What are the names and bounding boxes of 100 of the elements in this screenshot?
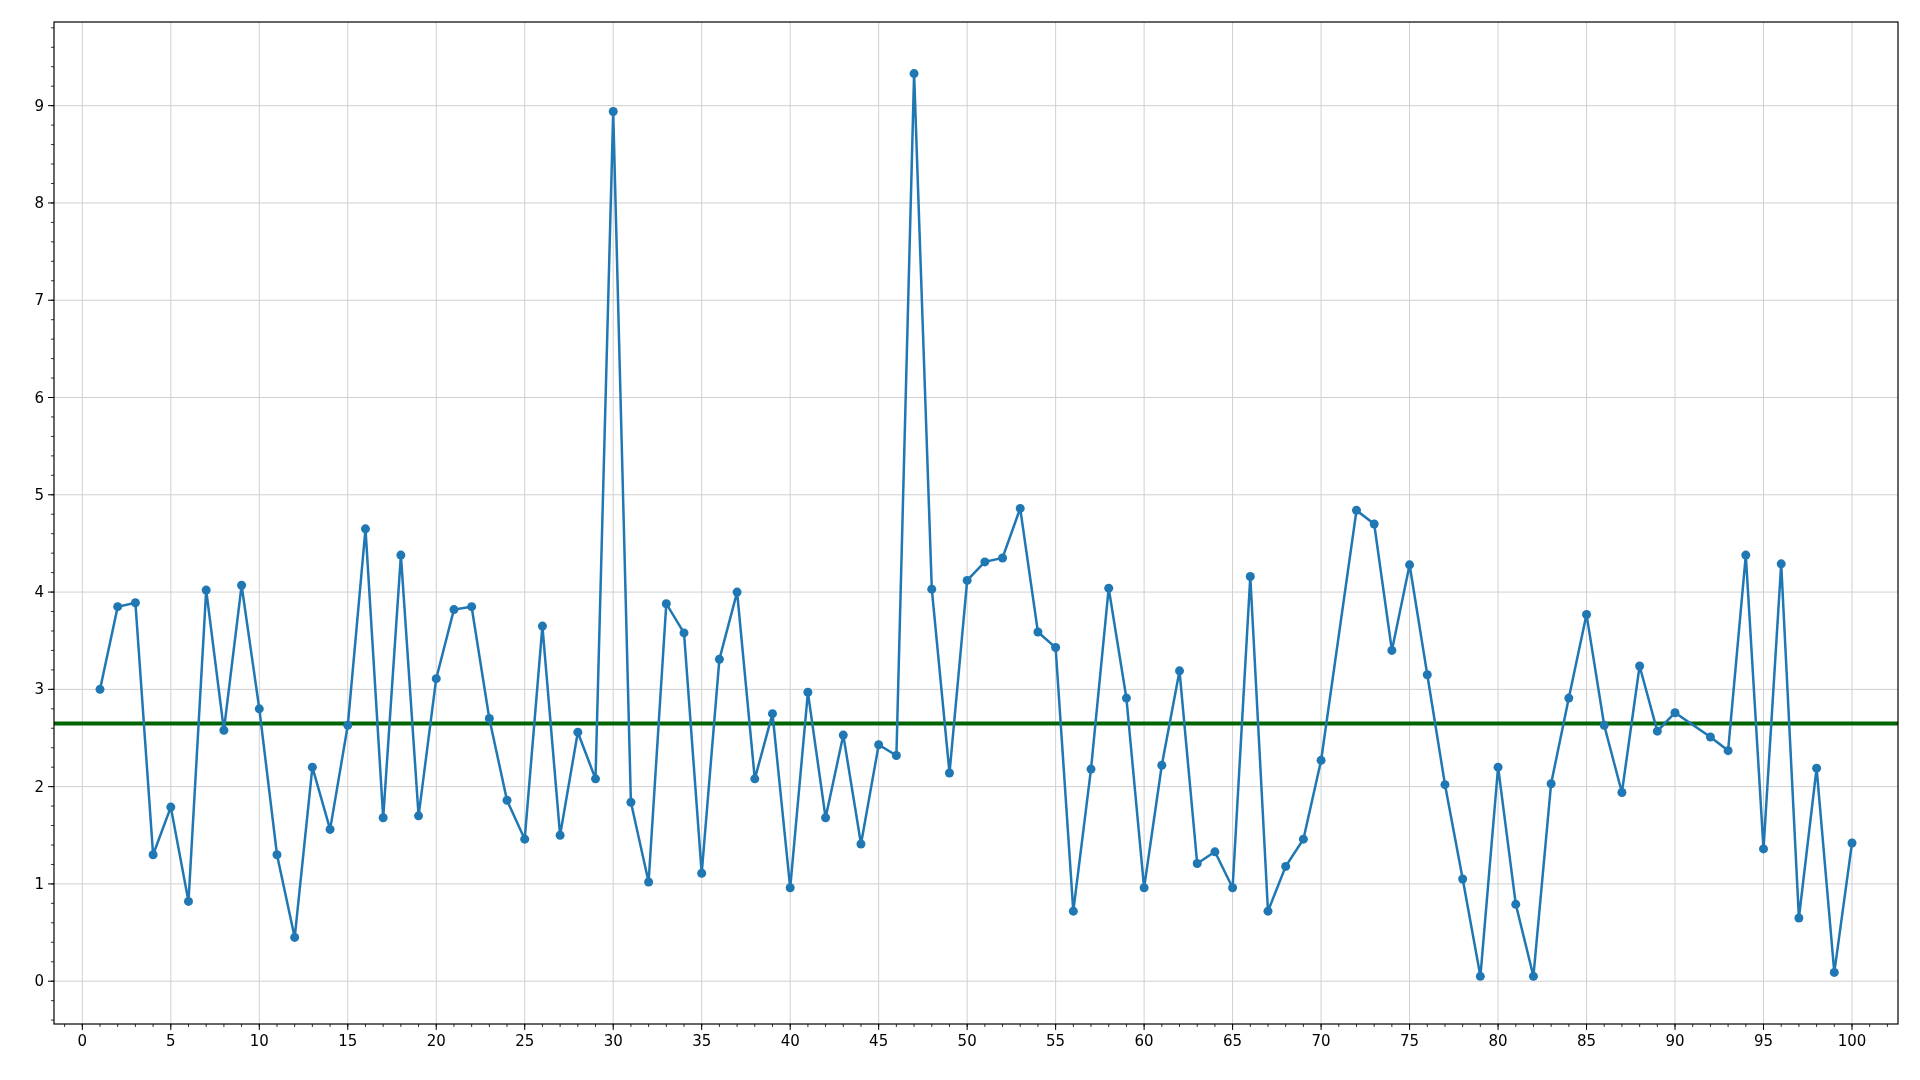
data-point xyxy=(874,740,884,750)
y-tick-label: 1 xyxy=(34,874,44,893)
data-point xyxy=(184,896,193,906)
data-point xyxy=(909,69,919,79)
y-tick-mark xyxy=(47,980,55,982)
data-point xyxy=(998,553,1008,563)
data-point xyxy=(1263,906,1273,916)
x-tick-mark xyxy=(966,1023,968,1031)
data-point xyxy=(1281,861,1291,871)
data-point xyxy=(1635,661,1645,671)
data-point xyxy=(1847,838,1857,848)
y-tick-label: 6 xyxy=(34,388,44,407)
x-tick-label: 45 xyxy=(869,1032,889,1050)
x-tick-label: 50 xyxy=(957,1032,977,1050)
y-tick-mark xyxy=(47,591,55,593)
x-tick-label: 30 xyxy=(603,1032,623,1050)
data-point xyxy=(148,850,158,860)
x-tick-mark xyxy=(1232,1023,1234,1031)
x-tick-mark xyxy=(1055,1023,1057,1031)
data-point xyxy=(1617,787,1627,797)
y-tick-label: 4 xyxy=(34,583,44,602)
data-point xyxy=(980,557,990,567)
y-tick-label: 8 xyxy=(34,193,44,212)
data-point xyxy=(1228,883,1238,893)
data-point xyxy=(414,811,424,821)
data-point xyxy=(1104,583,1114,593)
data-point xyxy=(891,751,901,760)
y-tick-mark xyxy=(47,299,55,301)
x-tick-label: 70 xyxy=(1311,1032,1331,1050)
data-point xyxy=(1086,764,1096,774)
data-point xyxy=(1405,560,1415,570)
y-tick-mark xyxy=(47,786,55,788)
data-point xyxy=(1794,913,1804,923)
data-point xyxy=(661,599,671,609)
data-point xyxy=(1670,708,1680,718)
data-point xyxy=(1829,967,1839,977)
x-tick-label: 40 xyxy=(780,1032,800,1050)
data-point xyxy=(732,587,742,597)
y-tick-label: 9 xyxy=(34,96,44,115)
data-point xyxy=(1723,746,1733,756)
data-point xyxy=(927,584,937,594)
data-point xyxy=(201,585,211,595)
y-tick-label: 5 xyxy=(34,485,44,504)
data-point xyxy=(95,684,105,694)
x-tick-mark xyxy=(1320,1023,1322,1031)
x-tick-label: 90 xyxy=(1665,1032,1685,1050)
data-point xyxy=(1652,726,1662,736)
data-point xyxy=(449,605,459,615)
data-point xyxy=(608,107,618,116)
x-tick-label: 65 xyxy=(1223,1032,1243,1050)
data-point xyxy=(768,709,777,719)
x-tick-mark xyxy=(435,1023,437,1031)
data-point xyxy=(360,524,370,534)
x-tick-mark xyxy=(878,1023,880,1031)
data-point xyxy=(1741,550,1751,560)
data-point xyxy=(679,628,689,638)
x-tick-mark xyxy=(81,1023,83,1031)
data-point xyxy=(237,580,247,590)
x-tick-label: 85 xyxy=(1577,1032,1597,1050)
x-tick-label: 5 xyxy=(166,1032,176,1050)
y-tick-mark xyxy=(47,105,55,107)
x-tick-label: 0 xyxy=(77,1032,88,1050)
data-point xyxy=(1528,971,1538,981)
data-point xyxy=(1440,780,1450,790)
x-tick-mark xyxy=(524,1023,526,1031)
x-tick-mark xyxy=(701,1023,703,1031)
data-point xyxy=(1475,971,1485,981)
data-point xyxy=(821,813,831,823)
data-point xyxy=(1705,732,1715,742)
data-point xyxy=(325,824,335,834)
data-point xyxy=(1493,762,1503,772)
data-point xyxy=(1192,859,1202,868)
y-tick-mark xyxy=(47,397,55,398)
data-point xyxy=(520,834,530,844)
y-tick-mark xyxy=(47,494,55,496)
data-point xyxy=(130,598,140,608)
data-point xyxy=(555,830,565,840)
x-tick-label: 75 xyxy=(1400,1032,1420,1050)
data-point xyxy=(1210,847,1220,857)
data-point xyxy=(750,774,760,784)
data-point xyxy=(484,714,494,724)
y-tick-mark xyxy=(47,202,55,204)
x-tick-label: 25 xyxy=(515,1032,535,1050)
data-point xyxy=(856,839,866,849)
x-tick-mark xyxy=(1674,1023,1676,1031)
data-point xyxy=(1776,559,1786,569)
x-tick-mark xyxy=(1143,1023,1145,1031)
data-point xyxy=(962,575,972,585)
data-point xyxy=(537,621,547,631)
data-point xyxy=(1812,763,1822,773)
y-tick-mark xyxy=(47,883,55,885)
data-point xyxy=(1015,503,1025,513)
data-point xyxy=(1759,844,1768,854)
y-tick-label: 2 xyxy=(34,777,44,796)
x-tick-mark xyxy=(789,1023,791,1031)
data-point xyxy=(1564,693,1574,703)
x-tick-label: 35 xyxy=(692,1032,712,1050)
data-point xyxy=(1352,505,1361,515)
data-point xyxy=(343,720,353,730)
x-tick-mark xyxy=(1763,1023,1764,1031)
